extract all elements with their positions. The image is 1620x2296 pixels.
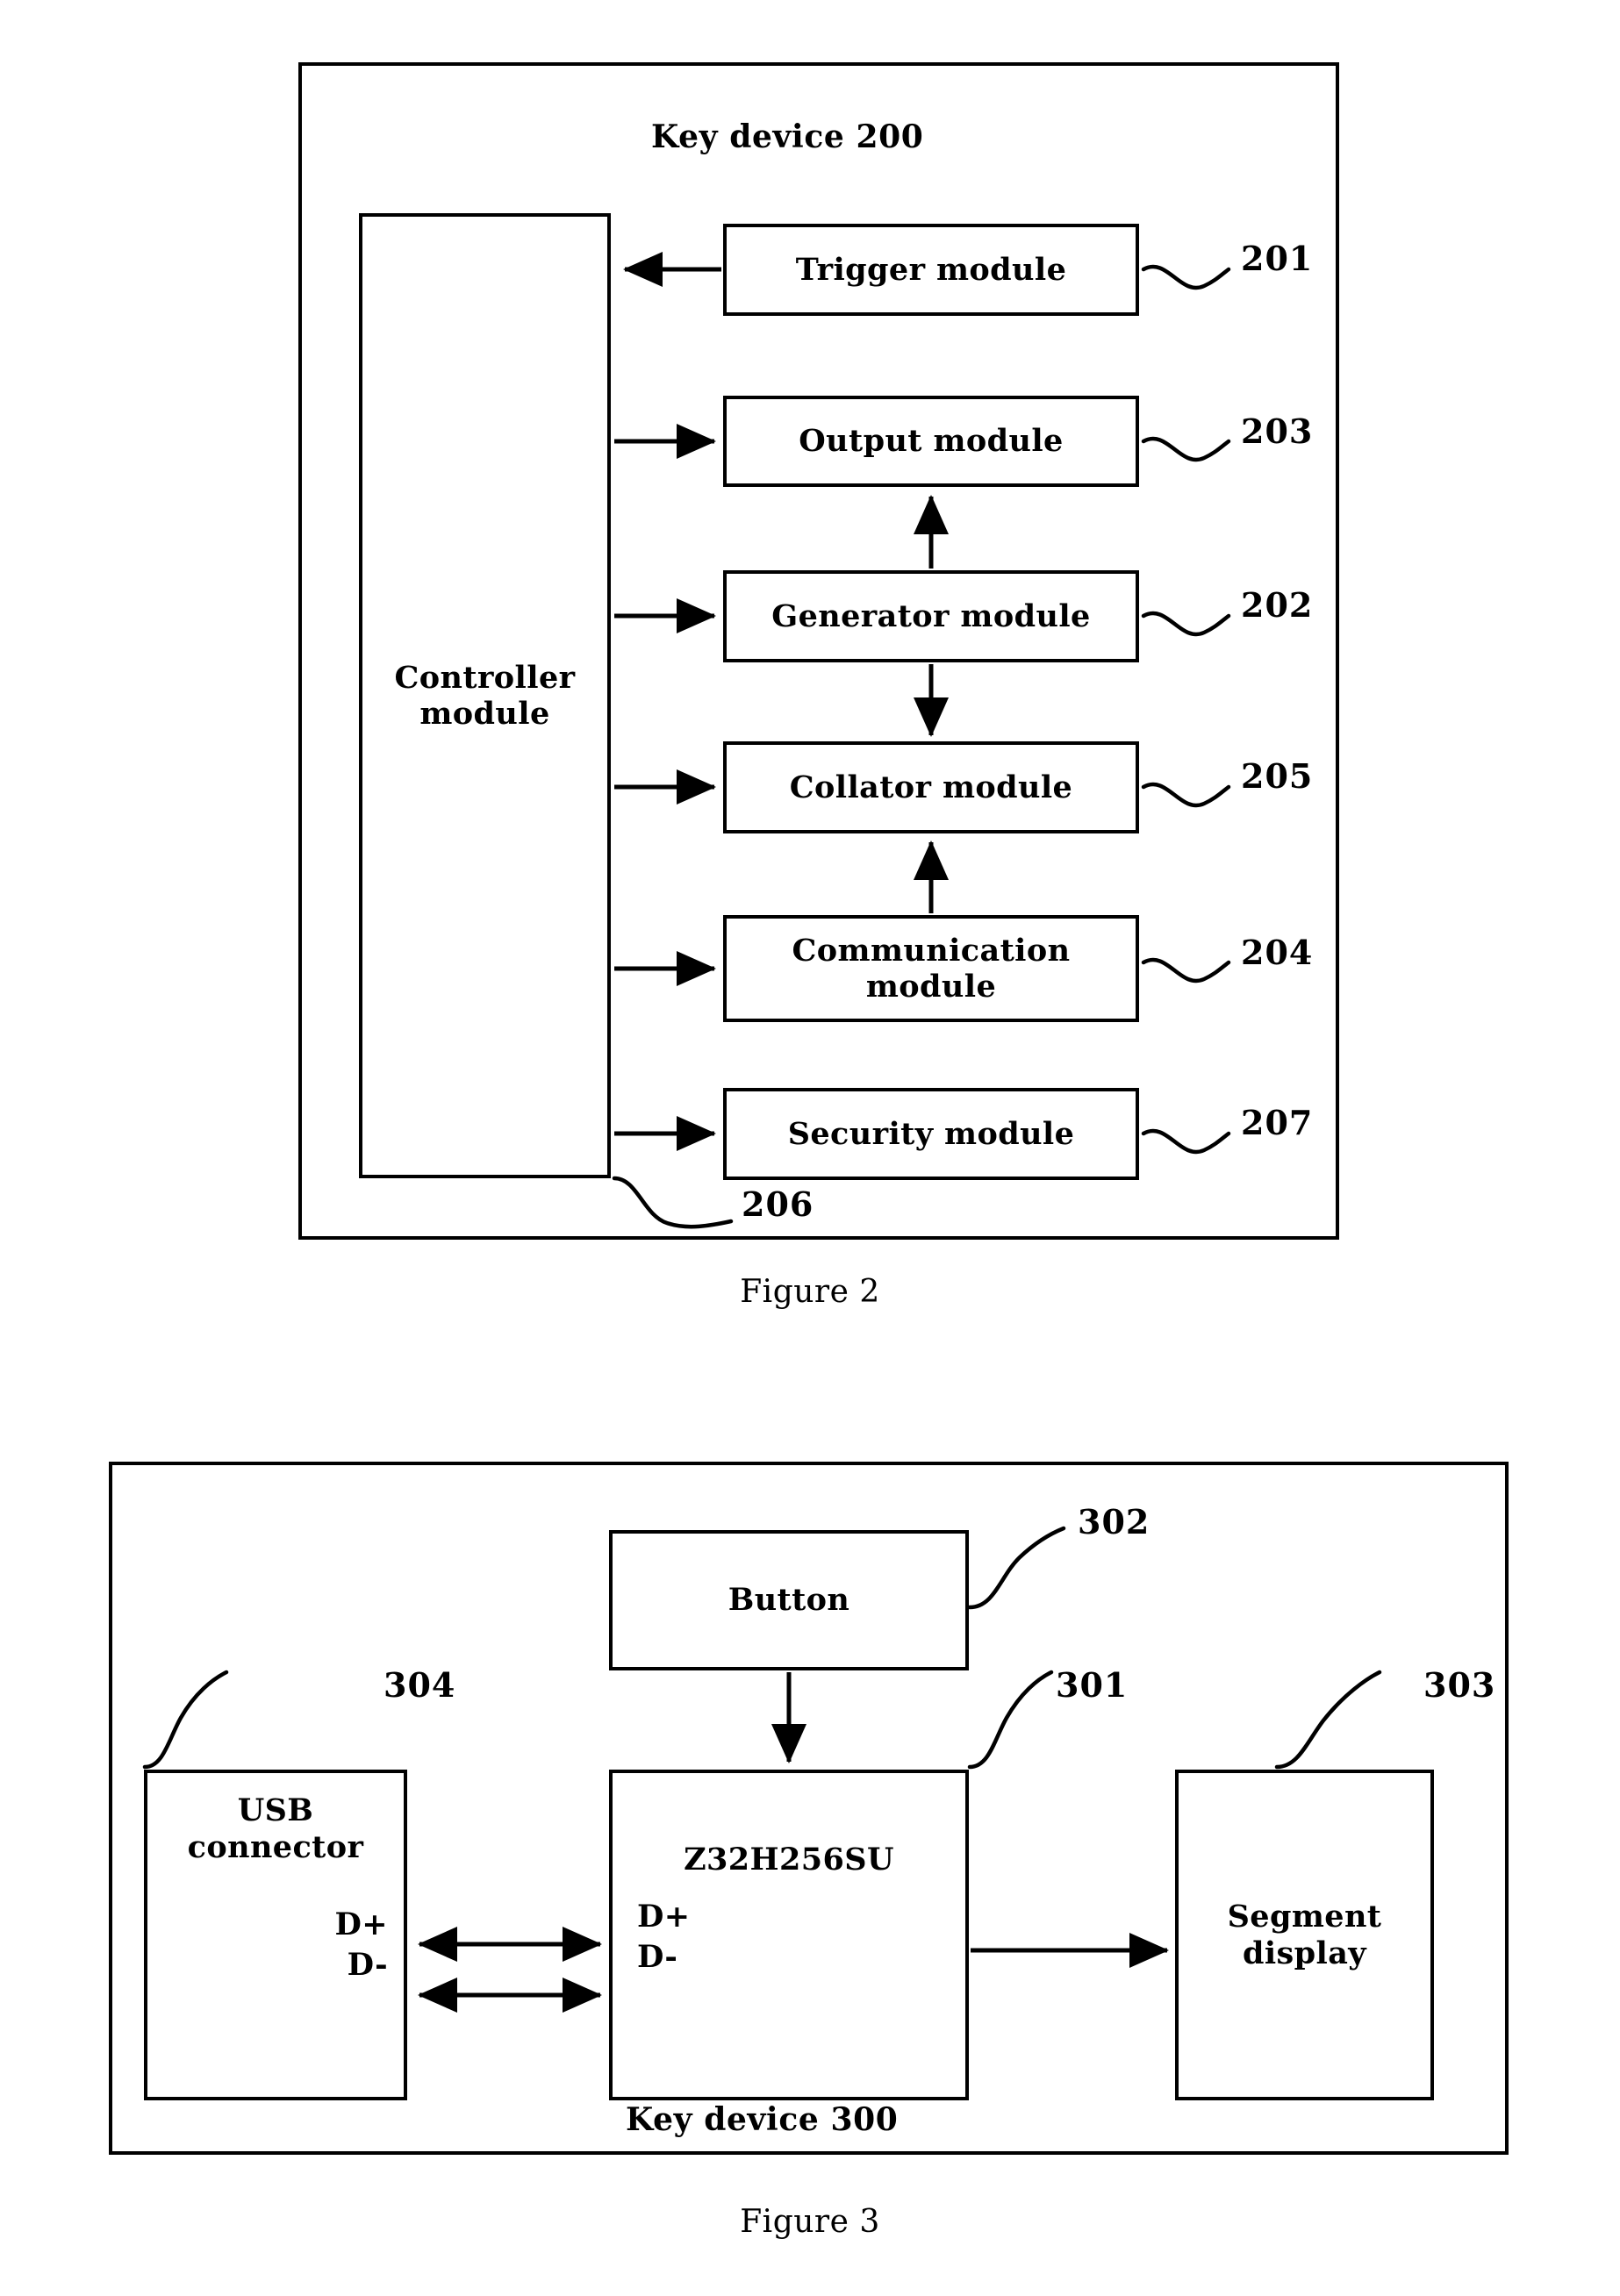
usb-pin-group: D+ D- <box>147 1905 404 1985</box>
generator-module-box: Generator module <box>723 570 1139 662</box>
ref-number-202: 202 <box>1241 585 1314 625</box>
ref-number-302: 302 <box>1078 1502 1150 1541</box>
ref-number-206: 206 <box>742 1184 814 1224</box>
segment-display-label-line1: Segment <box>1227 1899 1382 1935</box>
chip-pin-group: D+ D- <box>613 1897 965 1978</box>
collator-module-label: Collator module <box>789 769 1073 805</box>
communication-module-box: Communication module <box>723 915 1139 1022</box>
button-label: Button <box>728 1582 850 1619</box>
ref-number-201: 201 <box>1241 239 1314 278</box>
chip-label: Z32H256SU <box>684 1842 894 1878</box>
trigger-module-box: Trigger module <box>723 224 1139 316</box>
ref-number-203: 203 <box>1241 411 1314 451</box>
output-module-label: Output module <box>799 423 1064 460</box>
patent-drawing-sheet: Key device 200 Controller module Trigger… <box>0 0 1620 2296</box>
ref-number-303: 303 <box>1423 1665 1496 1705</box>
ref-number-207: 207 <box>1241 1103 1314 1142</box>
usb-connector-label: USB connector <box>147 1792 404 1866</box>
ref-number-205: 205 <box>1241 756 1314 796</box>
usb-pin-dminus: D- <box>347 1947 388 1984</box>
segment-display-label-line2: display <box>1242 1935 1367 1971</box>
output-module-box: Output module <box>723 396 1139 487</box>
figure3-caption: Figure 3 <box>740 2204 880 2240</box>
ref-number-304: 304 <box>383 1665 456 1705</box>
chip-pin-dplus: D+ <box>637 1899 691 1935</box>
trigger-module-label: Trigger module <box>795 251 1067 288</box>
usb-connector-label-line2: connector <box>187 1829 364 1865</box>
segment-display-box: Segment display <box>1175 1770 1434 2100</box>
generator-module-label: Generator module <box>771 597 1091 634</box>
security-module-box: Security module <box>723 1088 1139 1180</box>
button-box: Button <box>609 1530 969 1670</box>
chip-box: Z32H256SU D+ D- <box>609 1770 969 2100</box>
communication-module-label-line2: module <box>865 969 997 1005</box>
usb-connector-box: USB connector D+ D- <box>144 1770 407 2100</box>
controller-module-box: Controller module <box>359 213 611 1178</box>
controller-module-label-line1: Controller <box>394 659 576 696</box>
usb-pin-dplus: D+ <box>334 1906 388 1942</box>
controller-module-label-line2: module <box>419 696 550 732</box>
figure3-device-label: Key device 300 <box>626 2101 899 2138</box>
usb-connector-label-line1: USB <box>237 1792 314 1828</box>
collator-module-box: Collator module <box>723 741 1139 833</box>
chip-pin-dminus: D- <box>637 1939 678 1976</box>
communication-module-label-line1: Communication <box>792 932 1071 969</box>
figure2-caption: Figure 2 <box>740 1274 880 1310</box>
ref-number-204: 204 <box>1241 933 1314 972</box>
security-module-label: Security module <box>787 1115 1075 1152</box>
ref-number-301: 301 <box>1056 1665 1129 1705</box>
figure2-title: Key device 200 <box>651 118 924 155</box>
